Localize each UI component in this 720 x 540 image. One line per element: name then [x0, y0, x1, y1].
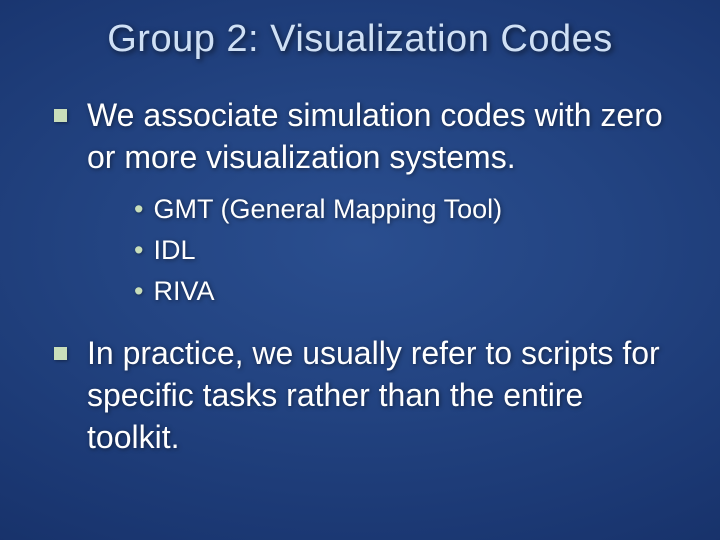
list-item: In practice, we usually refer to scripts… [40, 333, 680, 458]
sub-list-item-text: GMT (General Mapping Tool) [153, 192, 502, 227]
sub-list-item: • RIVA [134, 274, 680, 309]
page-title: Group 2: Visualization Codes [40, 18, 680, 61]
slide: Group 2: Visualization Codes We associat… [0, 0, 720, 540]
dot-bullet-icon: • [134, 192, 143, 227]
sub-list-item-text: IDL [153, 233, 195, 268]
list-item-text: We associate simulation codes with zero … [87, 95, 680, 178]
dot-bullet-icon: • [134, 233, 143, 268]
sub-list: • GMT (General Mapping Tool) • IDL • RIV… [134, 192, 680, 309]
sub-list-item: • IDL [134, 233, 680, 268]
square-bullet-icon [54, 109, 67, 122]
dot-bullet-icon: • [134, 274, 143, 309]
list-item: We associate simulation codes with zero … [40, 95, 680, 178]
list-item-text: In practice, we usually refer to scripts… [87, 333, 680, 458]
square-bullet-icon [54, 347, 67, 360]
sub-list-item-text: RIVA [153, 274, 214, 309]
sub-list-item: • GMT (General Mapping Tool) [134, 192, 680, 227]
